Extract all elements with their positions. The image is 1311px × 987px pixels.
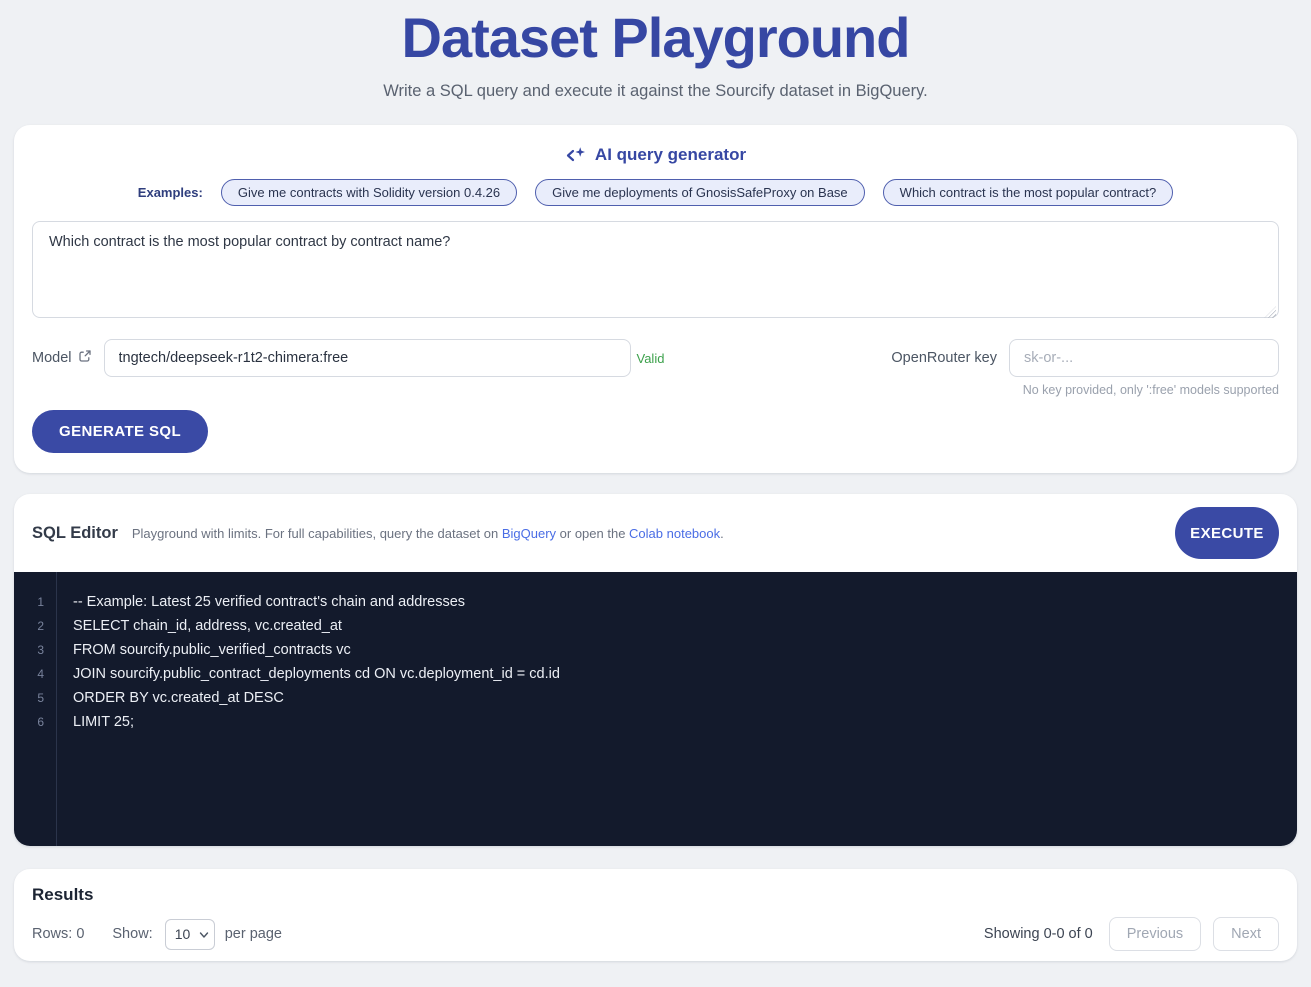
- code-line: FROM sourcify.public_verified_contracts …: [73, 638, 1297, 662]
- line-number: 3: [14, 638, 56, 662]
- examples-label: Examples:: [138, 185, 203, 200]
- sql-editor-card: SQL Editor Playground with limits. For f…: [14, 494, 1297, 846]
- model-input[interactable]: [104, 339, 631, 377]
- results-controls-row: Rows: 0 Show: 10 per page Showing 0-0 of…: [32, 917, 1279, 951]
- line-number: 6: [14, 710, 56, 734]
- external-link-icon[interactable]: [78, 349, 92, 367]
- sql-editor-header: SQL Editor Playground with limits. For f…: [14, 494, 1297, 572]
- bigquery-link[interactable]: BigQuery: [502, 526, 556, 541]
- page-size-select-wrap: 10: [165, 919, 215, 950]
- next-page-button[interactable]: Next: [1213, 917, 1279, 951]
- model-status: Valid: [637, 351, 665, 366]
- code-line: -- Example: Latest 25 verified contract'…: [73, 590, 1297, 614]
- line-number: 4: [14, 662, 56, 686]
- code-sparkle-icon: [565, 145, 587, 165]
- execute-button[interactable]: EXECUTE: [1175, 507, 1279, 559]
- examples-row: Examples: Give me contracts with Solidit…: [32, 179, 1279, 206]
- example-pill-gnosissafeproxy[interactable]: Give me deployments of GnosisSafeProxy o…: [535, 179, 865, 206]
- generate-sql-button[interactable]: GENERATE SQL: [32, 410, 208, 453]
- results-card: Results Rows: 0 Show: 10 per page Showin…: [14, 869, 1297, 961]
- sql-editor-title: SQL Editor: [32, 524, 118, 543]
- ai-query-generator-title: AI query generator: [595, 145, 746, 165]
- prompt-wrap: Which contract is the most popular contr…: [32, 221, 1279, 323]
- prompt-textarea[interactable]: Which contract is the most popular contr…: [32, 221, 1279, 318]
- model-label: Model: [32, 349, 92, 367]
- openrouter-key-label: OpenRouter key: [891, 350, 997, 366]
- key-hint: No key provided, only ':free' models sup…: [32, 383, 1279, 397]
- code-input-area[interactable]: -- Example: Latest 25 verified contract'…: [57, 572, 1297, 846]
- page-title: Dataset Playground: [0, 6, 1311, 70]
- sql-editor-description: Playground with limits. For full capabil…: [132, 526, 724, 541]
- ai-query-generator-card: AI query generator Examples: Give me con…: [14, 125, 1297, 473]
- rows-count: Rows: 0: [32, 926, 84, 942]
- description-prefix: Playground with limits. For full capabil…: [132, 526, 502, 541]
- code-line: ORDER BY vc.created_at DESC: [73, 686, 1297, 710]
- code-line: LIMIT 25;: [73, 710, 1297, 734]
- example-pill-solidity-version[interactable]: Give me contracts with Solidity version …: [221, 179, 517, 206]
- description-middle: or open the: [556, 526, 629, 541]
- previous-page-button[interactable]: Previous: [1109, 917, 1201, 951]
- code-editor: 1 2 3 4 5 6 -- Example: Latest 25 verifi…: [14, 572, 1297, 846]
- ai-query-generator-header: AI query generator: [32, 145, 1279, 165]
- page-subtitle: Write a SQL query and execute it against…: [0, 82, 1311, 101]
- line-number: 1: [14, 590, 56, 614]
- page: Dataset Playground Write a SQL query and…: [0, 0, 1311, 961]
- show-label: Show:: [112, 926, 152, 942]
- page-size-select[interactable]: 10: [165, 919, 215, 950]
- code-line: JOIN sourcify.public_contract_deployment…: [73, 662, 1297, 686]
- openrouter-key-input[interactable]: [1009, 339, 1279, 377]
- colab-notebook-link[interactable]: Colab notebook: [629, 526, 720, 541]
- model-label-text: Model: [32, 350, 72, 366]
- per-page-label: per page: [225, 926, 282, 942]
- showing-range: Showing 0-0 of 0: [984, 926, 1093, 942]
- line-number: 5: [14, 686, 56, 710]
- results-title: Results: [32, 885, 1279, 905]
- line-number-gutter: 1 2 3 4 5 6: [14, 572, 57, 846]
- code-line: SELECT chain_id, address, vc.created_at: [73, 614, 1297, 638]
- example-pill-popular-contract[interactable]: Which contract is the most popular contr…: [883, 179, 1174, 206]
- description-suffix: .: [720, 526, 724, 541]
- line-number: 2: [14, 614, 56, 638]
- model-row: Model Valid OpenRouter key: [32, 339, 1279, 377]
